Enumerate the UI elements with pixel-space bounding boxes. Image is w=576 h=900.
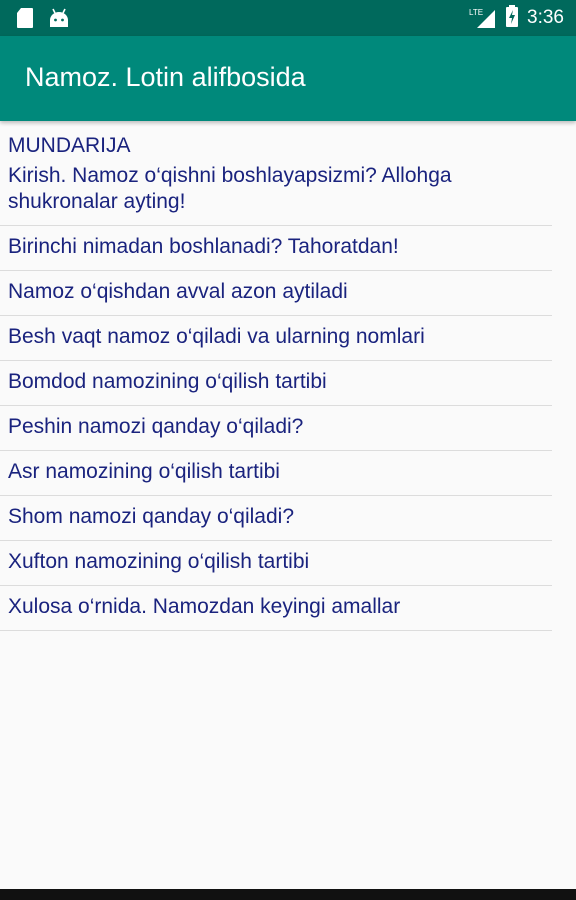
list-item[interactable]: Shom namozi qanday o‘qiladi? bbox=[0, 496, 552, 541]
app-title: Namoz. Lotin alifbosida bbox=[25, 62, 306, 92]
status-left-icons bbox=[16, 7, 70, 34]
list-item[interactable]: Bomdod namozining o‘qilish tartibi bbox=[0, 361, 552, 406]
list-item[interactable]: Asr namozining o‘qilish tartibi bbox=[0, 451, 552, 496]
battery-charging-icon bbox=[505, 4, 519, 33]
list-item[interactable]: Kirish. Namoz o‘qishni boshlayapsizmi? A… bbox=[0, 157, 552, 226]
app-bar: Namoz. Lotin alifbosida bbox=[0, 36, 576, 121]
status-right-icons: LTE 3:36 bbox=[469, 0, 564, 36]
list-item[interactable]: Xufton namozining o‘qilish tartibi bbox=[0, 541, 552, 586]
sd-card-icon bbox=[16, 7, 34, 34]
status-time: 3:36 bbox=[527, 7, 564, 28]
list-item[interactable]: Xulosa o‘rnida. Namozdan keyingi amallar bbox=[0, 586, 552, 631]
contents-heading: MUNDARIJA bbox=[8, 134, 131, 157]
contents-list: MUNDARIJA Kirish. Namoz o‘qishni boshlay… bbox=[0, 121, 576, 631]
list-item[interactable]: Namoz o‘qishdan avval azon aytiladi bbox=[0, 271, 552, 316]
navigation-bar bbox=[0, 889, 576, 900]
android-icon bbox=[48, 7, 70, 34]
screen: LTE 3:36 Namoz. Lotin alifbosida MUNDARI… bbox=[0, 0, 576, 900]
list-item[interactable]: Birinchi nimadan boshlanadi? Tahoratdan! bbox=[0, 226, 552, 271]
signal-icon: LTE bbox=[469, 6, 497, 30]
list-item[interactable]: Peshin namozi qanday o‘qiladi? bbox=[0, 406, 552, 451]
list-item[interactable]: Besh vaqt namoz o‘qiladi va ularning nom… bbox=[0, 316, 552, 361]
status-bar: LTE 3:36 bbox=[0, 0, 576, 36]
